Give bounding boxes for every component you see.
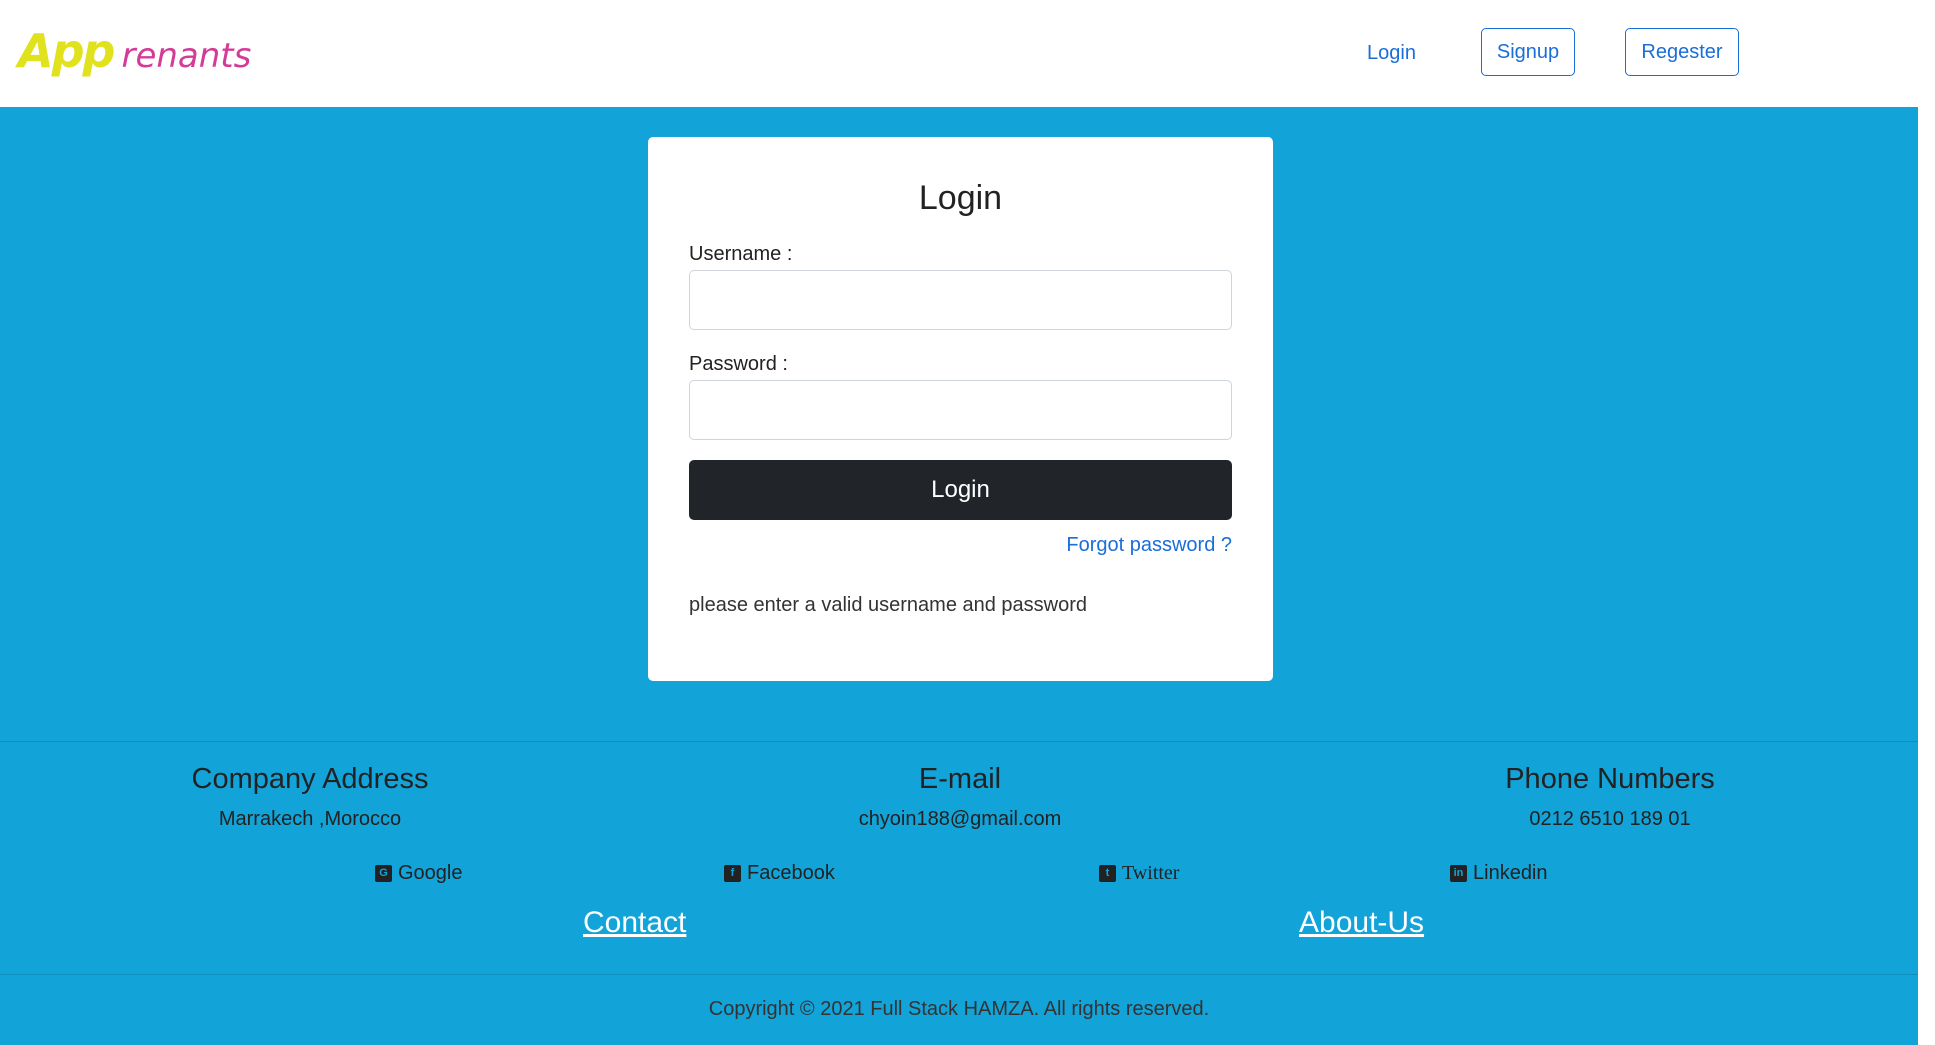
facebook-icon: f [724, 865, 741, 882]
error-message: please enter a valid username and passwo… [689, 594, 1088, 616]
address-heading: Company Address [191, 763, 429, 795]
google-plus-icon: G [375, 865, 392, 882]
footer-phone-section: Phone Numbers 0212 6510 189 01 [1360, 763, 1860, 831]
footer-address-section: Company Address Marrakech ,Morocco [60, 763, 560, 831]
phone-value: 0212 6510 189 01 [1529, 808, 1691, 830]
login-card: Login Username : Password : Login Forgot… [648, 137, 1273, 681]
linkedin-icon: in [1450, 865, 1467, 882]
scrollbar-track[interactable] [1918, 0, 1935, 1045]
copyright-text: Copyright © 2021 Full Stack HAMZA. All r… [708, 998, 1210, 1020]
username-label: Username : [689, 243, 793, 265]
password-label: Password : [689, 353, 788, 375]
social-google-link[interactable]: G Google [375, 862, 463, 885]
phone-heading: Phone Numbers [1505, 763, 1715, 795]
twitter-icon: t [1099, 865, 1116, 882]
footer-bottom-divider [0, 974, 1918, 975]
email-heading: E-mail [918, 763, 1002, 795]
login-title: Login [918, 179, 1003, 217]
social-twitter-label: Twitter [1122, 862, 1180, 884]
address-value: Marrakech ,Morocco [218, 808, 402, 830]
social-linkedin-link[interactable]: in Linkedin [1450, 862, 1548, 885]
contact-link[interactable]: Contact [583, 906, 686, 940]
social-google-label: Google [398, 862, 463, 884]
social-facebook-link[interactable]: f Facebook [724, 862, 835, 885]
social-linkedin-label: Linkedin [1473, 862, 1548, 884]
password-input[interactable] [689, 380, 1232, 440]
social-twitter-link[interactable]: t Twitter [1099, 862, 1179, 885]
logo-renants-text: renants [121, 36, 252, 76]
signup-button[interactable]: Signup [1481, 28, 1575, 76]
login-submit-button[interactable]: Login [689, 460, 1232, 520]
register-button[interactable]: Regester [1625, 28, 1739, 76]
social-facebook-label: Facebook [747, 862, 835, 884]
email-value: chyoin188@gmail.com [858, 808, 1062, 830]
logo-app-text: App [18, 24, 115, 78]
forgot-password-link[interactable]: Forgot password ? [1066, 534, 1232, 557]
footer-top-divider [0, 741, 1918, 742]
logo[interactable]: App renants [18, 24, 251, 78]
footer-email-section: E-mail chyoin188@gmail.com [710, 763, 1210, 831]
navbar: App renants Login Signup Regester [0, 0, 1918, 107]
nav-login-link[interactable]: Login [1367, 42, 1416, 65]
about-us-link[interactable]: About-Us [1299, 906, 1424, 940]
username-input[interactable] [689, 270, 1232, 330]
